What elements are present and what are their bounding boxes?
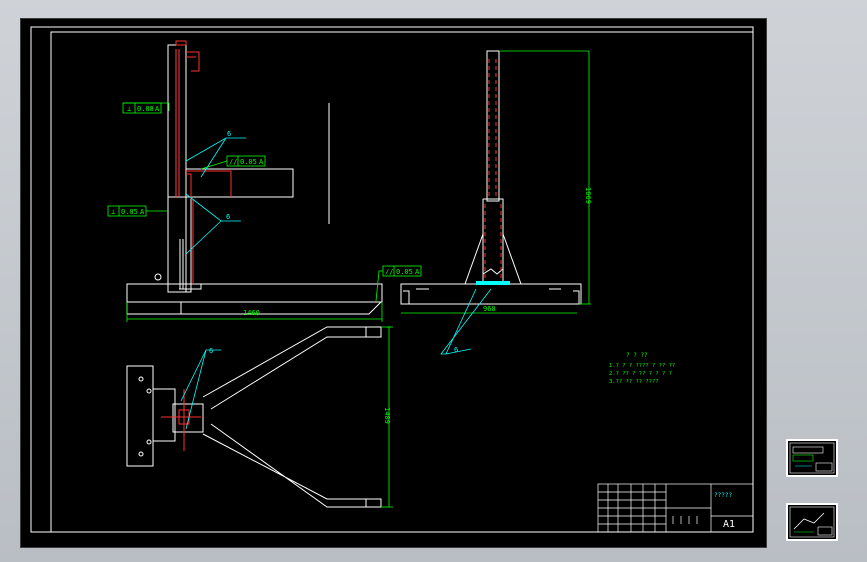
parallel-symbol-icon: // [385,268,393,276]
weld-symbol-2: 6 [226,213,230,221]
notes-line-3: 3.?? ?? ?? ???? [609,379,659,385]
weld-symbol-4: 6 [209,347,213,355]
front-view [400,50,582,305]
parallel-symbol-icon: // [229,158,237,166]
tol-value-parallel: 0.05 [240,158,257,166]
technical-notes: ? ? ?? 1.? ? ? ???? ? ?? ?? 2.? ?? ? ?? … [609,352,675,385]
tol-datum-parallel: A [259,158,264,166]
dim-plan-length: 1409 [383,407,391,424]
dim-front-base-width: 960 [483,305,496,313]
tol-value-perp-bottom: 0.05 [121,208,138,216]
title-block-sheet-size: A1 [723,519,735,530]
notes-line-2: 2.? ?? ? ?? ? ? ? ? [609,371,672,377]
tol-value-parallel-base: 0.05 [396,268,413,276]
cad-application-frame: 1460 1669 960 1409 ⊥ 0.08 A // 0.05 A ⊥ … [0,0,867,562]
notes-line-1: 1.? ? ? ???? ? ?? ?? [609,363,675,369]
perp-symbol-icon: ⊥ [111,208,115,216]
tol-datum-perp-bottom: A [140,208,145,216]
plan-view-hidden-lines [161,389,201,451]
weld-base-plate [476,281,510,285]
perp-symbol-icon: ⊥ [127,105,131,113]
dim-front-height: 1669 [584,187,592,204]
layout-thumbnail-2[interactable] [786,503,838,541]
notes-title: ? ? ?? [626,352,648,359]
tol-frame-perp-top: ⊥ 0.08 A [122,102,170,114]
weld-symbol-1: 6 [227,130,231,138]
thumbnail-preview-1 [789,442,835,474]
tol-datum-parallel-base: A [415,268,420,276]
dim-base-length: 1460 [243,309,260,317]
dimension-lines [126,50,591,508]
layout-thumbnail-1[interactable] [786,439,838,477]
thumbnail-preview-2 [789,506,835,538]
drawing-canvas: 1460 1669 960 1409 ⊥ 0.08 A // 0.05 A ⊥ … [30,26,754,533]
tol-value-perp-top: 0.08 [137,105,154,113]
title-block-drawing-name: ????? [714,492,732,499]
tol-datum-perp-top: A [155,105,160,113]
tol-frame-perp-bottom: ⊥ 0.05 A [107,205,168,217]
side-view [126,44,383,315]
weld-symbol-3: 6 [454,346,458,354]
drawing-viewport[interactable]: 1460 1669 960 1409 ⊥ 0.08 A // 0.05 A ⊥ … [20,18,767,548]
